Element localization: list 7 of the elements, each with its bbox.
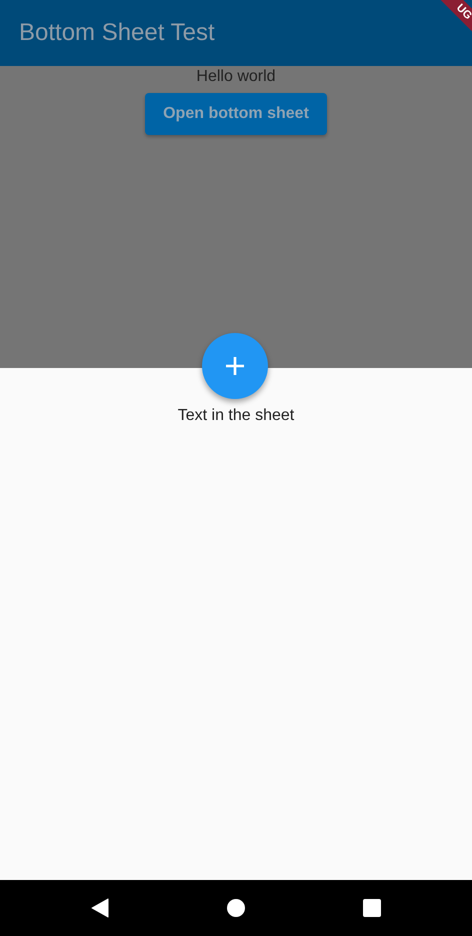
home-icon[interactable]	[227, 899, 245, 917]
app-title: Bottom Sheet Test	[19, 18, 215, 48]
sheet-text: Text in the sheet	[178, 406, 294, 426]
hello-text: Hello world	[196, 67, 276, 87]
open-sheet-button[interactable]: Open bottom sheet	[145, 93, 327, 135]
back-icon[interactable]	[91, 898, 109, 918]
plus-icon	[225, 356, 245, 376]
